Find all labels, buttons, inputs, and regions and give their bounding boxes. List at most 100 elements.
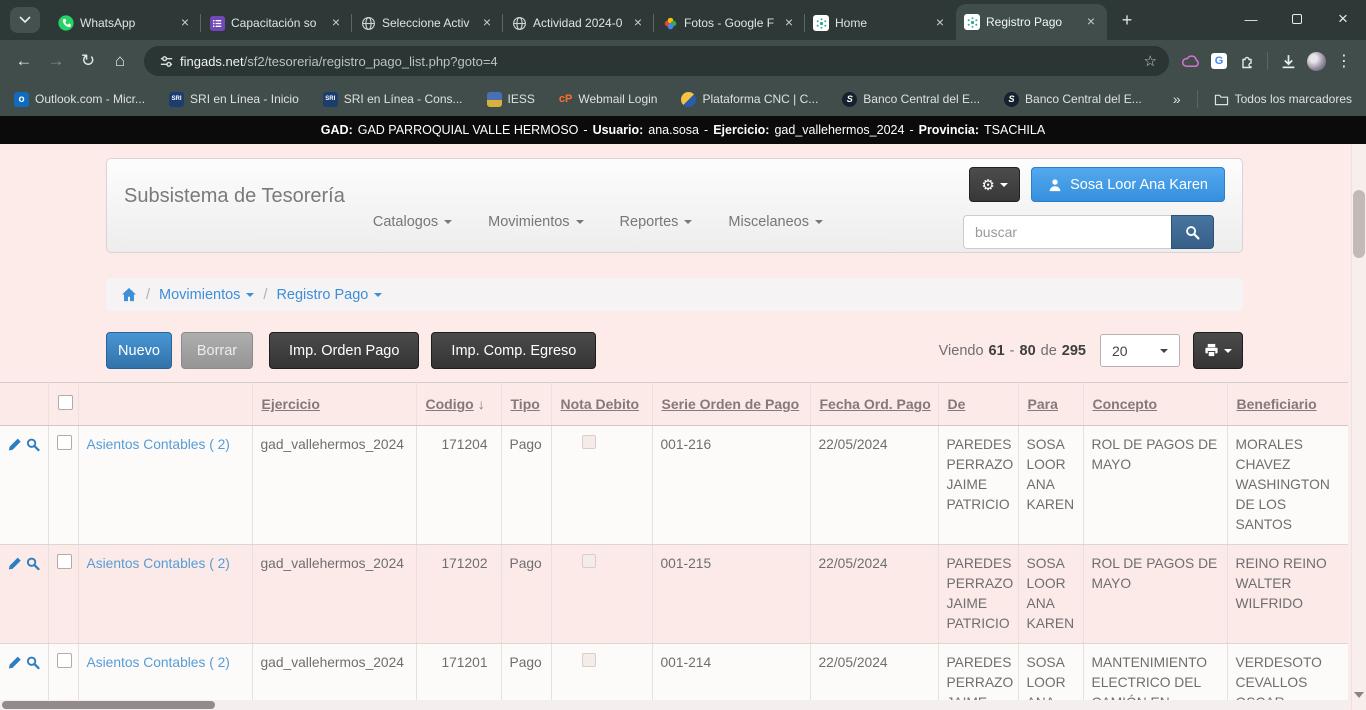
breadcrumb-home[interactable]: [121, 287, 137, 302]
new-button[interactable]: Nuevo: [106, 332, 172, 369]
address-bar[interactable]: fingads.net/sf2/tesoreria/registro_pago_…: [144, 46, 1169, 76]
asientos-contables-link[interactable]: Asientos Contables ( 2): [87, 556, 230, 571]
bookmarks-overflow-chevron[interactable]: »: [1173, 91, 1181, 107]
new-tab-button[interactable]: +: [1113, 6, 1141, 34]
header-beneficiario[interactable]: Beneficiario: [1227, 383, 1348, 426]
home-button[interactable]: ⌂: [104, 45, 136, 77]
header-serie[interactable]: Serie Orden de Pago: [652, 383, 810, 426]
bookmark-iess[interactable]: IESS: [487, 92, 535, 107]
cell-fecha: 22/05/2024: [810, 545, 938, 644]
bookmark-sri-consultas[interactable]: SRISRI en Línea - Cons...: [323, 92, 463, 107]
back-button[interactable]: ←: [8, 45, 40, 77]
print-expense-voucher-button[interactable]: Imp. Comp. Egreso: [431, 332, 596, 369]
vertical-scrollbar-thumb[interactable]: [1353, 190, 1365, 258]
edit-pencil-icon[interactable]: [8, 655, 22, 670]
window-close-button[interactable]: ×: [1320, 0, 1366, 38]
bookmark-cnc[interactable]: Plataforma CNC | C...: [681, 92, 818, 107]
site-settings-icon[interactable]: [152, 47, 180, 75]
select-all-checkbox[interactable]: [58, 395, 73, 410]
browser-menu-kebab-icon[interactable]: ⋮: [1330, 47, 1358, 75]
breadcrumb-movimientos[interactable]: Movimientos: [159, 287, 254, 303]
tab-close-icon[interactable]: ×: [328, 15, 344, 31]
tab-seleccione[interactable]: Seleccione Activ ×: [352, 6, 503, 40]
asientos-contables-link[interactable]: Asientos Contables ( 2): [87, 655, 230, 670]
page-size-select[interactable]: 20: [1100, 334, 1180, 367]
vertical-scrollbar[interactable]: [1351, 144, 1366, 710]
settings-gear-button[interactable]: ⚙: [969, 167, 1020, 202]
search-button[interactable]: [1171, 215, 1214, 249]
view-magnifier-icon[interactable]: [26, 556, 40, 571]
bookmark-sri-inicio[interactable]: SRISRI en Línea - Inicio: [169, 92, 299, 107]
province-value: TSACHILA: [984, 123, 1045, 137]
edit-pencil-icon[interactable]: [8, 556, 22, 571]
tab-close-icon[interactable]: ×: [479, 15, 495, 31]
header-nota-debito[interactable]: Nota Debito: [551, 383, 652, 426]
chevron-down-icon: [444, 220, 452, 224]
translate-extension-icon[interactable]: G: [1205, 47, 1233, 75]
menu-catalogos[interactable]: Catalogos: [373, 191, 452, 252]
delete-button[interactable]: Borrar: [181, 332, 253, 369]
extensions-puzzle-icon[interactable]: [1233, 47, 1261, 75]
breadcrumb-registro-pago[interactable]: Registro Pago: [276, 287, 382, 303]
tab-registro-pago-active[interactable]: Registro Pago ×: [956, 4, 1107, 40]
bookmark-star-icon[interactable]: ☆: [1144, 52, 1157, 70]
tab-home[interactable]: Home ×: [805, 6, 956, 40]
search-icon: [1185, 225, 1200, 240]
menu-movimientos[interactable]: Movimientos: [488, 191, 583, 252]
window-minimize-button[interactable]: —: [1228, 0, 1274, 38]
window-maximize-button[interactable]: [1274, 0, 1320, 38]
breadcrumb-separator: /: [146, 287, 150, 303]
horizontal-scrollbar-thumb[interactable]: [2, 701, 215, 709]
profile-avatar[interactable]: [1302, 47, 1330, 75]
row-checkbox[interactable]: [57, 653, 72, 668]
menu-miscelaneos[interactable]: Miscelaneos: [728, 191, 823, 252]
horizontal-scrollbar[interactable]: [0, 700, 1348, 710]
reload-button[interactable]: ↻: [72, 45, 104, 77]
tab-close-icon[interactable]: ×: [177, 15, 193, 31]
header-codigo[interactable]: Codigo↓: [416, 383, 501, 426]
cell-ejercicio: gad_vallehermos_2024: [252, 426, 416, 545]
tab-close-icon[interactable]: ×: [1083, 14, 1099, 30]
tab-close-icon[interactable]: ×: [932, 15, 948, 31]
chevron-down-icon: [684, 220, 692, 224]
nota-debito-checkbox-disabled: [582, 554, 596, 568]
print-dropdown-button[interactable]: [1193, 332, 1243, 369]
tab-capacitacion[interactable]: Capacitación so ×: [201, 6, 352, 40]
tab-close-icon[interactable]: ×: [781, 15, 797, 31]
cell-concepto: ROL DE PAGOS DE MAYO: [1083, 545, 1227, 644]
view-magnifier-icon[interactable]: [26, 655, 40, 670]
tab-search-button[interactable]: [10, 7, 40, 33]
print-payment-order-button[interactable]: Imp. Orden Pago: [269, 332, 419, 369]
header-ejercicio[interactable]: Ejercicio: [252, 383, 416, 426]
user-account-button[interactable]: Sosa Loor Ana Karen: [1031, 167, 1225, 202]
row-checkbox[interactable]: [57, 554, 72, 569]
google-forms-icon: [209, 15, 225, 31]
header-fecha[interactable]: Fecha Ord. Pago: [810, 383, 938, 426]
menu-reportes[interactable]: Reportes: [620, 191, 693, 252]
cell-nota-debito: [551, 426, 652, 545]
url-host: fingads.net: [180, 54, 244, 69]
bookmark-banco-central-2[interactable]: SBanco Central del E...: [1004, 92, 1142, 107]
row-checkbox[interactable]: [57, 435, 72, 450]
view-magnifier-icon[interactable]: [26, 437, 40, 452]
forward-button[interactable]: →: [40, 45, 72, 77]
search-input[interactable]: [963, 215, 1171, 249]
tab-whatsapp[interactable]: WhatsApp ×: [50, 6, 201, 40]
bookmark-banco-central-1[interactable]: SBanco Central del E...: [842, 92, 980, 107]
header-de[interactable]: De: [938, 383, 1018, 426]
header-tipo[interactable]: Tipo: [501, 383, 551, 426]
tab-actividad[interactable]: Actividad 2024-0 ×: [503, 6, 654, 40]
bookmark-outlook[interactable]: oOutlook.com - Micr...: [14, 92, 145, 107]
asientos-contables-link[interactable]: Asientos Contables ( 2): [87, 437, 230, 452]
edit-pencil-icon[interactable]: [8, 437, 22, 452]
cloud-extension-icon[interactable]: [1177, 47, 1205, 75]
gear-icon: ⚙: [981, 176, 994, 194]
header-concepto[interactable]: Concepto: [1083, 383, 1227, 426]
header-para[interactable]: Para: [1018, 383, 1083, 426]
tab-fotos[interactable]: Fotos - Google F ×: [654, 6, 805, 40]
downloads-icon[interactable]: [1274, 47, 1302, 75]
tab-close-icon[interactable]: ×: [630, 15, 646, 31]
all-bookmarks-button[interactable]: Todos los marcadores: [1214, 92, 1352, 106]
scroll-down-arrow-icon[interactable]: [1354, 692, 1364, 698]
bookmark-webmail[interactable]: cPWebmail Login: [559, 92, 658, 106]
